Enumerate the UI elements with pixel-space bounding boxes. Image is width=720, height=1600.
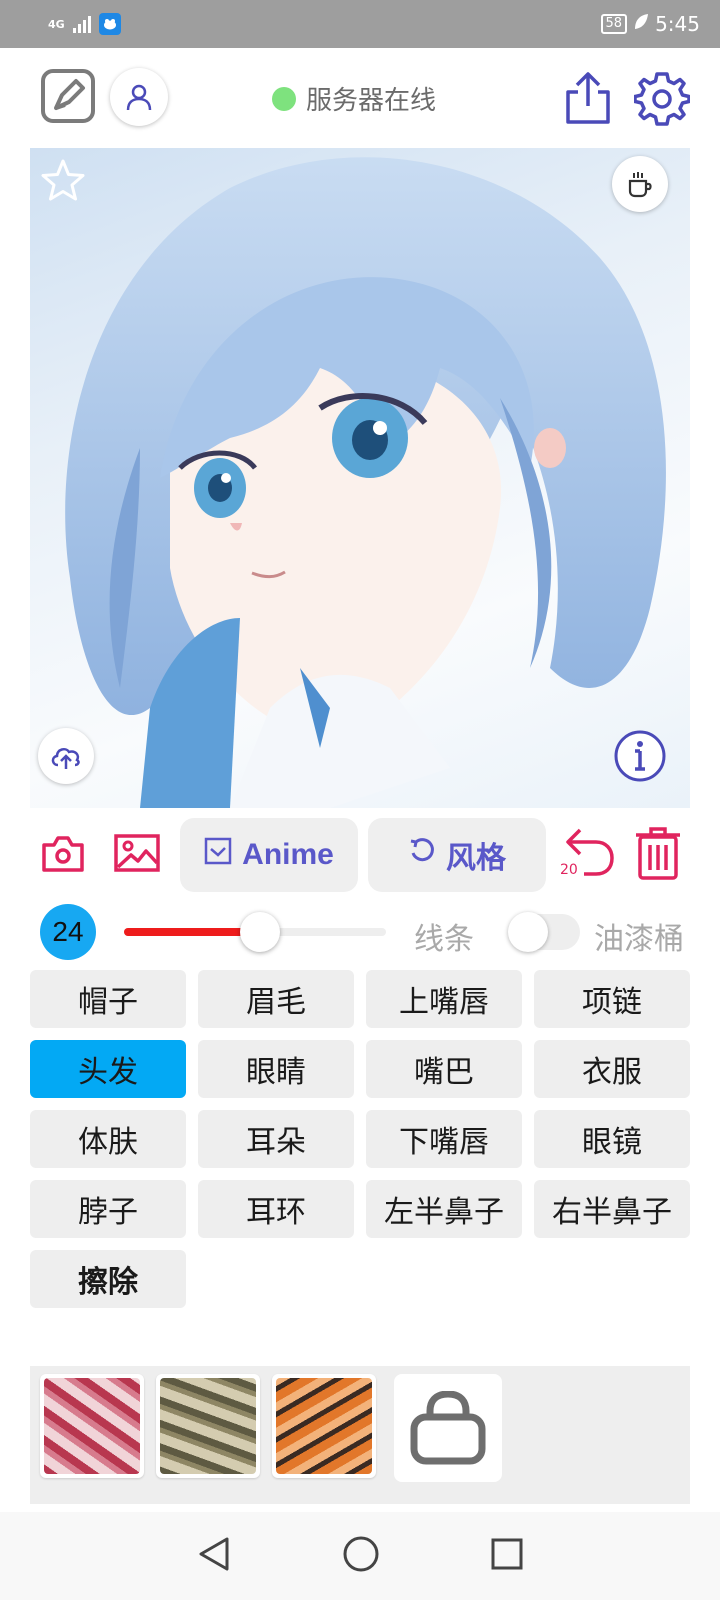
part-button-lower-lip[interactable]: 下嘴唇 [366,1110,522,1168]
part-button-hair[interactable]: 头发 [30,1040,186,1098]
part-button-clothes[interactable]: 衣服 [534,1040,690,1098]
undo-count: 20 [560,862,578,878]
home-icon[interactable] [342,1535,380,1577]
clock: 5:45 [655,12,700,36]
style-thumbnail-olive[interactable] [156,1374,260,1478]
server-status-label: 服务器在线 [306,86,437,116]
image-icon[interactable] [112,830,162,876]
undo-button[interactable]: 20 [556,822,616,882]
anime-portrait-image [65,157,666,808]
style-button[interactable]: 风格 [368,818,546,892]
anime-label: Anime [242,838,334,871]
lines-label: 线条 [414,922,474,957]
part-selector-grid: 帽子 眉毛 上嘴唇 项链 头发 眼睛 嘴巴 衣服 体肤 耳朵 下嘴唇 眼镜 脖子… [30,970,690,1308]
back-icon[interactable] [196,1535,232,1577]
recents-icon[interactable] [490,1537,524,1575]
part-button-left-nose[interactable]: 左半鼻子 [366,1180,522,1238]
brush-size-badge: 24 [40,904,96,960]
part-button-right-nose[interactable]: 右半鼻子 [534,1180,690,1238]
gear-icon[interactable] [634,70,690,126]
part-button-upper-lip[interactable]: 上嘴唇 [366,970,522,1028]
leaf-icon [633,12,649,36]
part-button-hat[interactable]: 帽子 [30,970,186,1028]
lock-icon [410,1391,486,1465]
signal-icon [72,15,91,33]
part-button-mouth[interactable]: 嘴巴 [366,1040,522,1098]
anime-portrait-canvas[interactable] [30,148,690,808]
server-status: 服务器在线 [272,80,436,117]
refresh-icon [408,837,436,873]
cloud-upload-icon[interactable] [38,728,94,784]
part-button-neck[interactable]: 脖子 [30,1180,186,1238]
camera-icon[interactable] [40,830,86,876]
status-dot [272,86,296,111]
part-button-ears[interactable]: 耳朵 [198,1110,354,1168]
checkbox-icon [204,837,232,873]
brush-size-slider[interactable] [124,912,386,952]
part-button-necklace[interactable]: 项链 [534,970,690,1028]
share-icon[interactable] [562,70,614,126]
brush-size-row: 24 线条 油漆桶 [0,902,720,962]
part-button-glasses[interactable]: 眼镜 [534,1110,690,1168]
star-icon[interactable] [38,156,88,206]
paint-bucket-toggle[interactable] [508,912,580,952]
style-thumbnails [30,1366,690,1504]
part-button-earrings[interactable]: 耳环 [198,1180,354,1238]
style-label: 风格 [446,842,506,875]
part-button-eyebrows[interactable]: 眉毛 [198,970,354,1028]
part-button-eyes[interactable]: 眼睛 [198,1040,354,1098]
toggle-knob [508,912,548,952]
app-notification-icon [98,13,121,35]
status-bar: 4G 58 5:45 [0,0,720,48]
locked-style-slot[interactable] [394,1374,502,1482]
style-thumbnail-pink[interactable] [40,1374,144,1478]
top-toolbar: 服务器在线 [0,48,720,148]
tool-row: Anime 风格 20 [0,818,720,894]
sketch-edit-icon[interactable] [40,68,96,124]
slider-thumb[interactable] [240,912,281,952]
user-icon[interactable] [110,68,168,126]
erase-button[interactable]: 擦除 [30,1250,186,1308]
anime-toggle-button[interactable]: Anime [180,818,358,892]
trash-icon[interactable] [632,824,684,882]
coffee-cup-icon[interactable] [612,156,668,212]
app-screen: 4G 58 5:45 服务器在线 Anime 风格 20 24 线条 油漆桶 帽… [0,0,720,1600]
style-thumbnail-orange[interactable] [272,1374,376,1478]
paint-bucket-label: 油漆桶 [594,922,684,957]
battery-indicator: 58 [600,14,628,34]
network-type: 4G [48,17,65,31]
system-nav-bar [0,1512,720,1600]
part-button-skin[interactable]: 体肤 [30,1110,186,1168]
info-icon[interactable] [612,728,668,784]
